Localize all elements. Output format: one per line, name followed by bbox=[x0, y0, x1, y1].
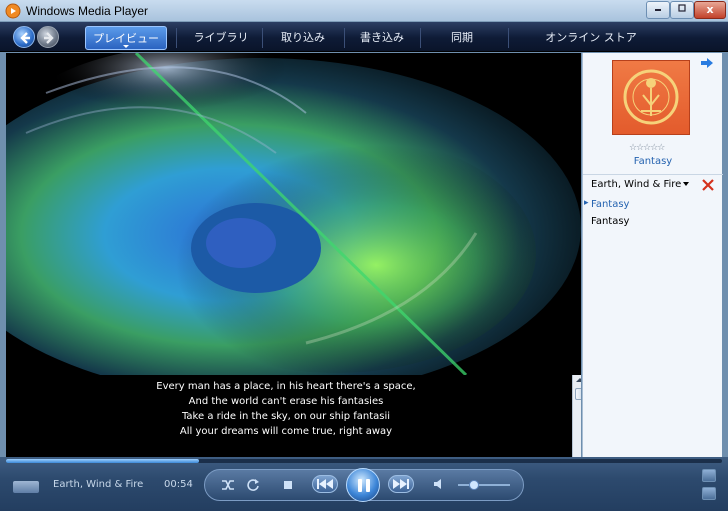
tab-label: オンライン ストア bbox=[545, 31, 637, 44]
volume-knob[interactable] bbox=[468, 480, 479, 490]
media-player-icon bbox=[5, 3, 21, 19]
shuffle-icon bbox=[222, 480, 234, 490]
pause-icon bbox=[366, 479, 370, 492]
arrow-right-icon bbox=[44, 32, 54, 44]
forward-button[interactable] bbox=[37, 26, 59, 48]
rating-stars[interactable]: ☆☆☆☆☆ bbox=[629, 143, 665, 153]
minimize-icon bbox=[655, 9, 661, 11]
back-button[interactable] bbox=[13, 26, 35, 48]
previous-button[interactable] bbox=[312, 475, 338, 493]
full-screen-button[interactable] bbox=[702, 469, 716, 482]
clear-list-icon[interactable] bbox=[701, 178, 715, 192]
chevron-down-icon bbox=[683, 182, 690, 186]
tab-label: ライブラリ bbox=[193, 31, 249, 44]
scroll-thumb[interactable] bbox=[575, 388, 581, 400]
speaker-icon[interactable] bbox=[432, 477, 446, 491]
minimize-button[interactable] bbox=[646, 1, 670, 19]
tab-online-store[interactable]: オンライン ストア bbox=[510, 26, 672, 50]
stop-button[interactable] bbox=[280, 477, 296, 493]
tab-burn[interactable]: 書き込み bbox=[344, 26, 420, 50]
transport-bar: Earth, Wind & Fire 00:54 bbox=[0, 457, 728, 511]
nav-bar: プレイビュー ライブラリ 取り込み 書き込み 同期 オンライン ストア bbox=[0, 22, 728, 52]
tab-divider bbox=[176, 28, 177, 48]
shuffle-button[interactable] bbox=[220, 477, 236, 493]
tab-sync[interactable]: 同期 bbox=[421, 26, 503, 50]
switch-to-compact-button[interactable] bbox=[702, 487, 716, 500]
album-art[interactable] bbox=[612, 60, 690, 135]
pause-icon bbox=[358, 479, 362, 492]
tab-label: プレイビュー bbox=[93, 32, 159, 45]
arrow-right-icon[interactable] bbox=[700, 57, 714, 69]
scroll-up-icon[interactable] bbox=[576, 378, 581, 382]
lyrics-scrollbar[interactable] bbox=[572, 375, 581, 457]
album-art-emblem bbox=[623, 69, 679, 125]
next-button[interactable] bbox=[388, 475, 414, 493]
maximize-button[interactable] bbox=[670, 1, 694, 19]
artist-dropdown[interactable]: Earth, Wind & Fire bbox=[591, 179, 690, 190]
lyrics-line: And the world can't erase his fantasies bbox=[188, 396, 384, 407]
album-title[interactable]: Fantasy bbox=[583, 156, 723, 167]
volume-slider[interactable] bbox=[458, 484, 510, 486]
lyrics-line: Take a ride in the sky, on our ship fant… bbox=[181, 411, 391, 422]
elapsed-time[interactable]: 00:54 bbox=[164, 479, 193, 490]
lyrics-panel: Every man has a place, in his heart ther… bbox=[6, 375, 581, 457]
arrow-left-icon bbox=[20, 32, 30, 44]
repeat-icon bbox=[247, 479, 259, 491]
pause-button[interactable] bbox=[346, 468, 380, 502]
next-icon bbox=[393, 479, 409, 489]
tab-label: 同期 bbox=[451, 31, 473, 44]
tab-label: 取り込み bbox=[281, 31, 325, 44]
seek-progress bbox=[6, 459, 200, 463]
lyrics-line: Every man has a place, in his heart ther… bbox=[156, 381, 416, 392]
visualization-graphic bbox=[6, 53, 581, 375]
media-player-logo bbox=[13, 481, 39, 493]
close-button[interactable]: x bbox=[694, 1, 726, 19]
now-playing-text: Earth, Wind & Fire bbox=[53, 479, 144, 490]
tab-rip[interactable]: 取り込み bbox=[263, 26, 343, 50]
tab-library[interactable]: ライブラリ bbox=[180, 26, 262, 50]
list-pane: ☆☆☆☆☆ Fantasy Earth, Wind & Fire Fantasy… bbox=[582, 53, 723, 457]
tab-now-playing[interactable]: プレイビュー bbox=[85, 26, 167, 50]
chevron-down-icon bbox=[123, 45, 129, 48]
repeat-button[interactable] bbox=[245, 477, 261, 493]
seek-bar[interactable] bbox=[6, 459, 722, 463]
close-icon: x bbox=[706, 3, 714, 16]
previous-icon bbox=[317, 479, 333, 489]
artist-name: Earth, Wind & Fire bbox=[591, 179, 682, 190]
tab-divider bbox=[508, 28, 509, 48]
tab-label: 書き込み bbox=[360, 31, 404, 44]
list-item[interactable]: Fantasy bbox=[591, 216, 629, 227]
list-item[interactable]: Fantasy bbox=[584, 198, 630, 210]
stop-icon bbox=[284, 481, 292, 489]
title-bar: Windows Media Player x bbox=[0, 0, 728, 22]
divider bbox=[583, 174, 723, 175]
visualization[interactable] bbox=[6, 53, 581, 375]
maximize-icon bbox=[678, 4, 686, 12]
window-title: Windows Media Player bbox=[26, 4, 149, 18]
lyrics-line: All your dreams will come true, right aw… bbox=[179, 426, 393, 437]
